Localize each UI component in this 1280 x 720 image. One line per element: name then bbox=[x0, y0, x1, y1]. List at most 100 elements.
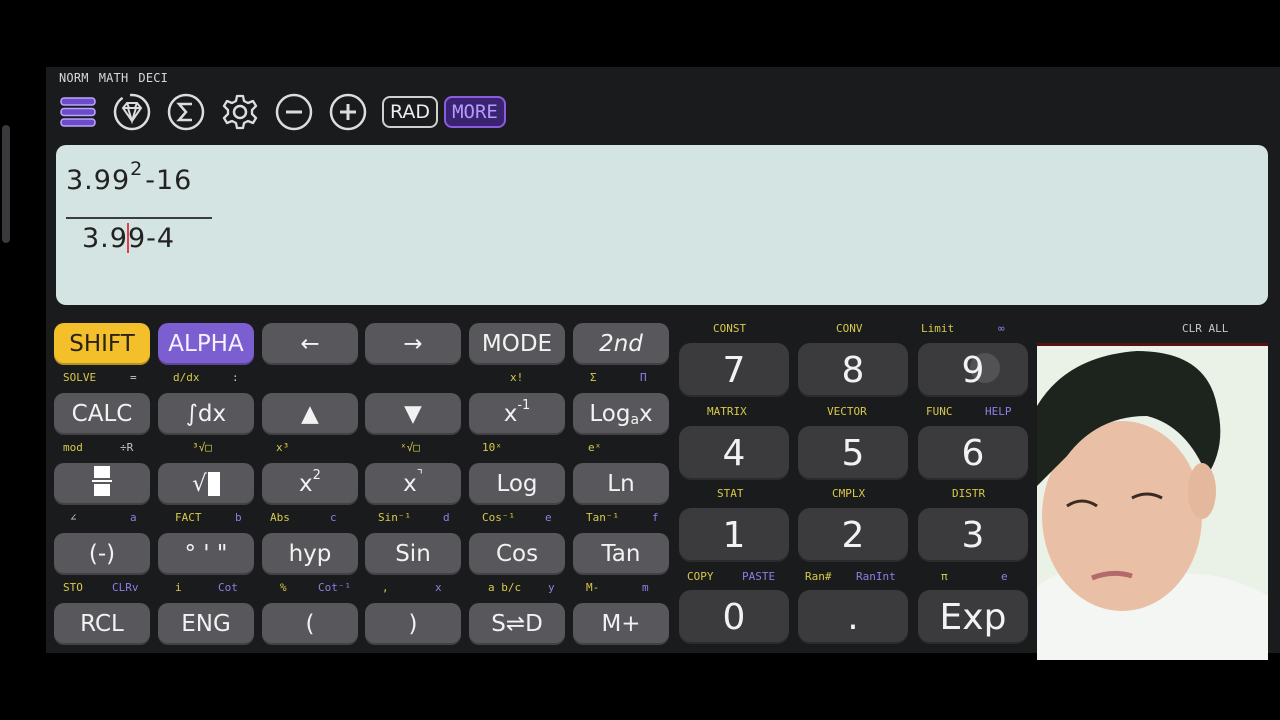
s-to-d-key[interactable]: S⇌D bbox=[469, 603, 565, 645]
key-label: ° ' " bbox=[184, 541, 228, 567]
negative-key[interactable]: (-) bbox=[54, 533, 150, 575]
key-label: ▼ bbox=[404, 401, 422, 427]
key-label: 7 bbox=[722, 349, 746, 391]
e-label: e bbox=[1001, 570, 1008, 583]
minus-circle-icon[interactable] bbox=[274, 93, 314, 131]
power-key[interactable]: x ⌝ bbox=[365, 463, 461, 505]
menu-icon[interactable] bbox=[58, 93, 98, 131]
key-label: 4 bbox=[722, 432, 746, 474]
key-label: S⇌D bbox=[491, 611, 543, 637]
m-plus-key[interactable]: M+ bbox=[573, 603, 669, 645]
key-label: Sin bbox=[395, 541, 431, 567]
digit-9-key[interactable]: 9 bbox=[918, 343, 1028, 397]
help-label: HELP bbox=[985, 405, 1012, 418]
sin-key[interactable]: Sin bbox=[365, 533, 461, 575]
key-label: Cos bbox=[495, 541, 539, 567]
secondary-function-label: y bbox=[548, 581, 555, 594]
key-label: Log bbox=[496, 471, 538, 497]
key-label: ) bbox=[408, 611, 418, 637]
mode-key[interactable]: MODE bbox=[469, 323, 565, 365]
plus-circle-icon[interactable] bbox=[328, 93, 368, 131]
secondary-function-label: Tan⁻¹ bbox=[586, 511, 620, 524]
digit-4-key[interactable]: 4 bbox=[679, 426, 789, 480]
ran-label: Ran# bbox=[805, 570, 832, 583]
digit-5-key[interactable]: 5 bbox=[798, 426, 908, 480]
side-handle[interactable] bbox=[2, 125, 10, 243]
numerator-exponent: 2 bbox=[130, 158, 144, 180]
key-label: x bbox=[503, 401, 518, 427]
secondary-function-label: CLRv bbox=[112, 581, 139, 594]
log-key[interactable]: Log bbox=[469, 463, 565, 505]
up-arrow-key[interactable]: ▲ bbox=[262, 393, 358, 435]
hyp-key[interactable]: hyp bbox=[262, 533, 358, 575]
key-label: Ln bbox=[607, 471, 635, 497]
log-base-key[interactable]: Log a x bbox=[573, 393, 669, 435]
digit-7-key[interactable]: 7 bbox=[679, 343, 789, 397]
secondary-function-label: eˣ bbox=[588, 441, 602, 454]
shift-key[interactable]: SHIFT bbox=[54, 323, 150, 365]
key-label: 3 bbox=[961, 514, 985, 556]
cos-key[interactable]: Cos bbox=[469, 533, 565, 575]
status-row: NORM MATH DECI bbox=[59, 71, 168, 85]
eng-key[interactable]: ENG bbox=[158, 603, 254, 645]
key-label: 2 bbox=[841, 514, 865, 556]
more-button[interactable]: MORE bbox=[444, 96, 506, 128]
secondary-function-label: M- bbox=[586, 581, 600, 594]
inverse-key[interactable]: x -1 bbox=[469, 393, 565, 435]
fraction-icon bbox=[92, 465, 112, 503]
digit-8-key[interactable]: 8 bbox=[798, 343, 908, 397]
gem-icon[interactable] bbox=[112, 93, 152, 131]
matrix-label: MATRIX bbox=[707, 405, 747, 418]
rcl-key[interactable]: RCL bbox=[54, 603, 150, 645]
stat-label: STAT bbox=[717, 487, 744, 500]
digit-0-key[interactable]: 0 bbox=[679, 590, 789, 644]
key-label: SHIFT bbox=[69, 331, 135, 357]
secondary-function-label: STO bbox=[63, 581, 83, 594]
left-arrow-key[interactable]: ← bbox=[262, 323, 358, 365]
key-label: Exp bbox=[939, 596, 1007, 638]
key-label: 8 bbox=[841, 349, 865, 391]
ln-key[interactable]: Ln bbox=[573, 463, 669, 505]
secondary-function-label: x! bbox=[510, 371, 524, 384]
exponent: 2 bbox=[312, 467, 321, 483]
infinity-label: ∞ bbox=[998, 322, 1005, 335]
tan-key[interactable]: Tan bbox=[573, 533, 669, 575]
webcam-overlay bbox=[1037, 343, 1268, 660]
square-key[interactable]: x2 bbox=[262, 463, 358, 505]
digit-6-key[interactable]: 6 bbox=[918, 426, 1028, 480]
secondary-function-label: ³√□ bbox=[192, 441, 212, 454]
sigma-icon[interactable] bbox=[166, 93, 206, 131]
key-label: 0 bbox=[722, 596, 746, 638]
fraction-key[interactable] bbox=[54, 463, 150, 505]
close-paren-key[interactable]: ) bbox=[365, 603, 461, 645]
const-label: CONST bbox=[713, 322, 747, 335]
calculator-display[interactable]: 3.992-16 3.99-4 bbox=[56, 145, 1268, 305]
toolbar: RAD MORE bbox=[58, 93, 512, 131]
degree-key[interactable]: ° ' " bbox=[158, 533, 254, 575]
decimal-key[interactable]: . bbox=[798, 590, 908, 644]
status-norm: NORM bbox=[59, 71, 89, 85]
secondary-function-label: Abs bbox=[270, 511, 290, 524]
key-label: 1 bbox=[722, 514, 746, 556]
down-arrow-key[interactable]: ▼ bbox=[365, 393, 461, 435]
key-label: MODE bbox=[481, 331, 553, 357]
key-label: CALC bbox=[71, 401, 133, 427]
right-arrow-key[interactable]: → bbox=[365, 323, 461, 365]
2nd-key[interactable]: 2nd bbox=[573, 323, 669, 365]
key-label: → bbox=[403, 331, 423, 357]
ranint-label: RanInt bbox=[856, 570, 896, 583]
gear-icon[interactable] bbox=[220, 93, 260, 131]
calc-key[interactable]: CALC bbox=[54, 393, 150, 435]
rad-button[interactable]: RAD bbox=[382, 96, 439, 128]
paste-label: PASTE bbox=[742, 570, 776, 583]
numerator: 3.992-16 bbox=[66, 158, 192, 196]
secondary-function-label: d bbox=[443, 511, 450, 524]
digit-3-key[interactable]: 3 bbox=[918, 508, 1028, 562]
digit-1-key[interactable]: 1 bbox=[679, 508, 789, 562]
open-paren-key[interactable]: ( bbox=[262, 603, 358, 645]
sqrt-key[interactable]: √ bbox=[158, 463, 254, 505]
integral-key[interactable]: ∫dx bbox=[158, 393, 254, 435]
alpha-key[interactable]: ALPHA bbox=[158, 323, 254, 365]
digit-2-key[interactable]: 2 bbox=[798, 508, 908, 562]
exp-key[interactable]: Exp bbox=[918, 590, 1028, 644]
